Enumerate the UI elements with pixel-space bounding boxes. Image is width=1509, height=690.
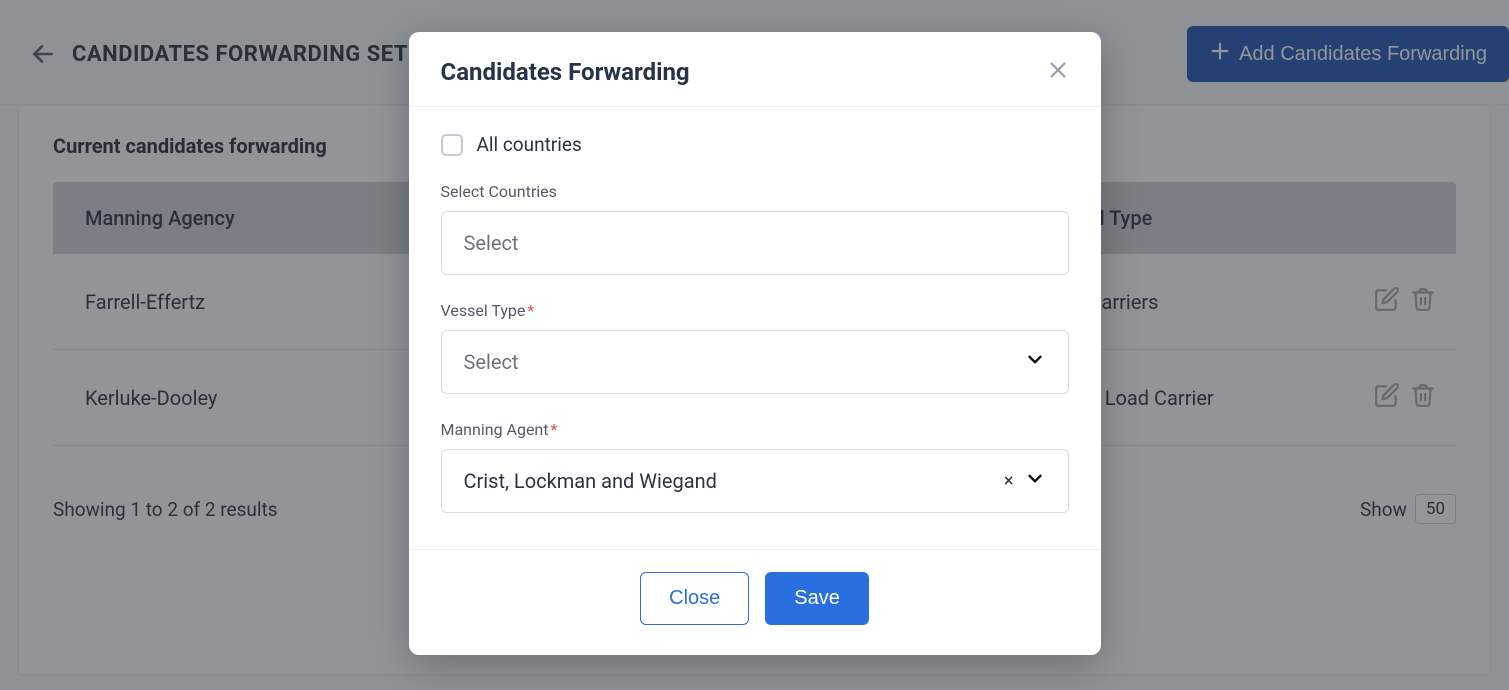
chevron-down-icon [1024, 468, 1046, 495]
save-button[interactable]: Save [765, 572, 869, 625]
chevron-down-icon [1024, 349, 1046, 376]
manning-agent-field: Manning Agent* Crist, Lockman and Wiegan… [441, 420, 1069, 513]
close-icon[interactable] [1047, 59, 1069, 85]
required-asterisk: * [551, 420, 558, 439]
clear-x-icon[interactable]: × [1004, 471, 1014, 492]
vessel-type-select[interactable]: Select [441, 330, 1069, 394]
modal-title: Candidates Forwarding [441, 58, 690, 86]
all-countries-label: All countries [477, 133, 582, 156]
modal-overlay[interactable]: Candidates Forwarding All countries Sele… [0, 0, 1509, 690]
manning-agent-value: Crist, Lockman and Wiegand [464, 469, 717, 493]
select-countries-placeholder: Select [464, 231, 519, 255]
close-button[interactable]: Close [640, 572, 749, 625]
vessel-type-label: Vessel Type* [441, 301, 1069, 320]
required-asterisk: * [527, 301, 534, 320]
select-countries-input[interactable]: Select [441, 211, 1069, 275]
modal-header: Candidates Forwarding [409, 32, 1101, 107]
modal-footer: Close Save [409, 549, 1101, 655]
all-countries-checkbox[interactable] [441, 134, 463, 156]
select-countries-label: Select Countries [441, 182, 1069, 201]
select-countries-field: Select Countries Select [441, 182, 1069, 275]
vessel-type-field: Vessel Type* Select [441, 301, 1069, 394]
all-countries-row: All countries [441, 133, 1069, 156]
vessel-type-placeholder: Select [464, 350, 519, 374]
modal-body: All countries Select Countries Select Ve… [409, 107, 1101, 549]
candidates-forwarding-modal: Candidates Forwarding All countries Sele… [409, 32, 1101, 655]
manning-agent-label: Manning Agent* [441, 420, 1069, 439]
manning-agent-select[interactable]: Crist, Lockman and Wiegand × [441, 449, 1069, 513]
